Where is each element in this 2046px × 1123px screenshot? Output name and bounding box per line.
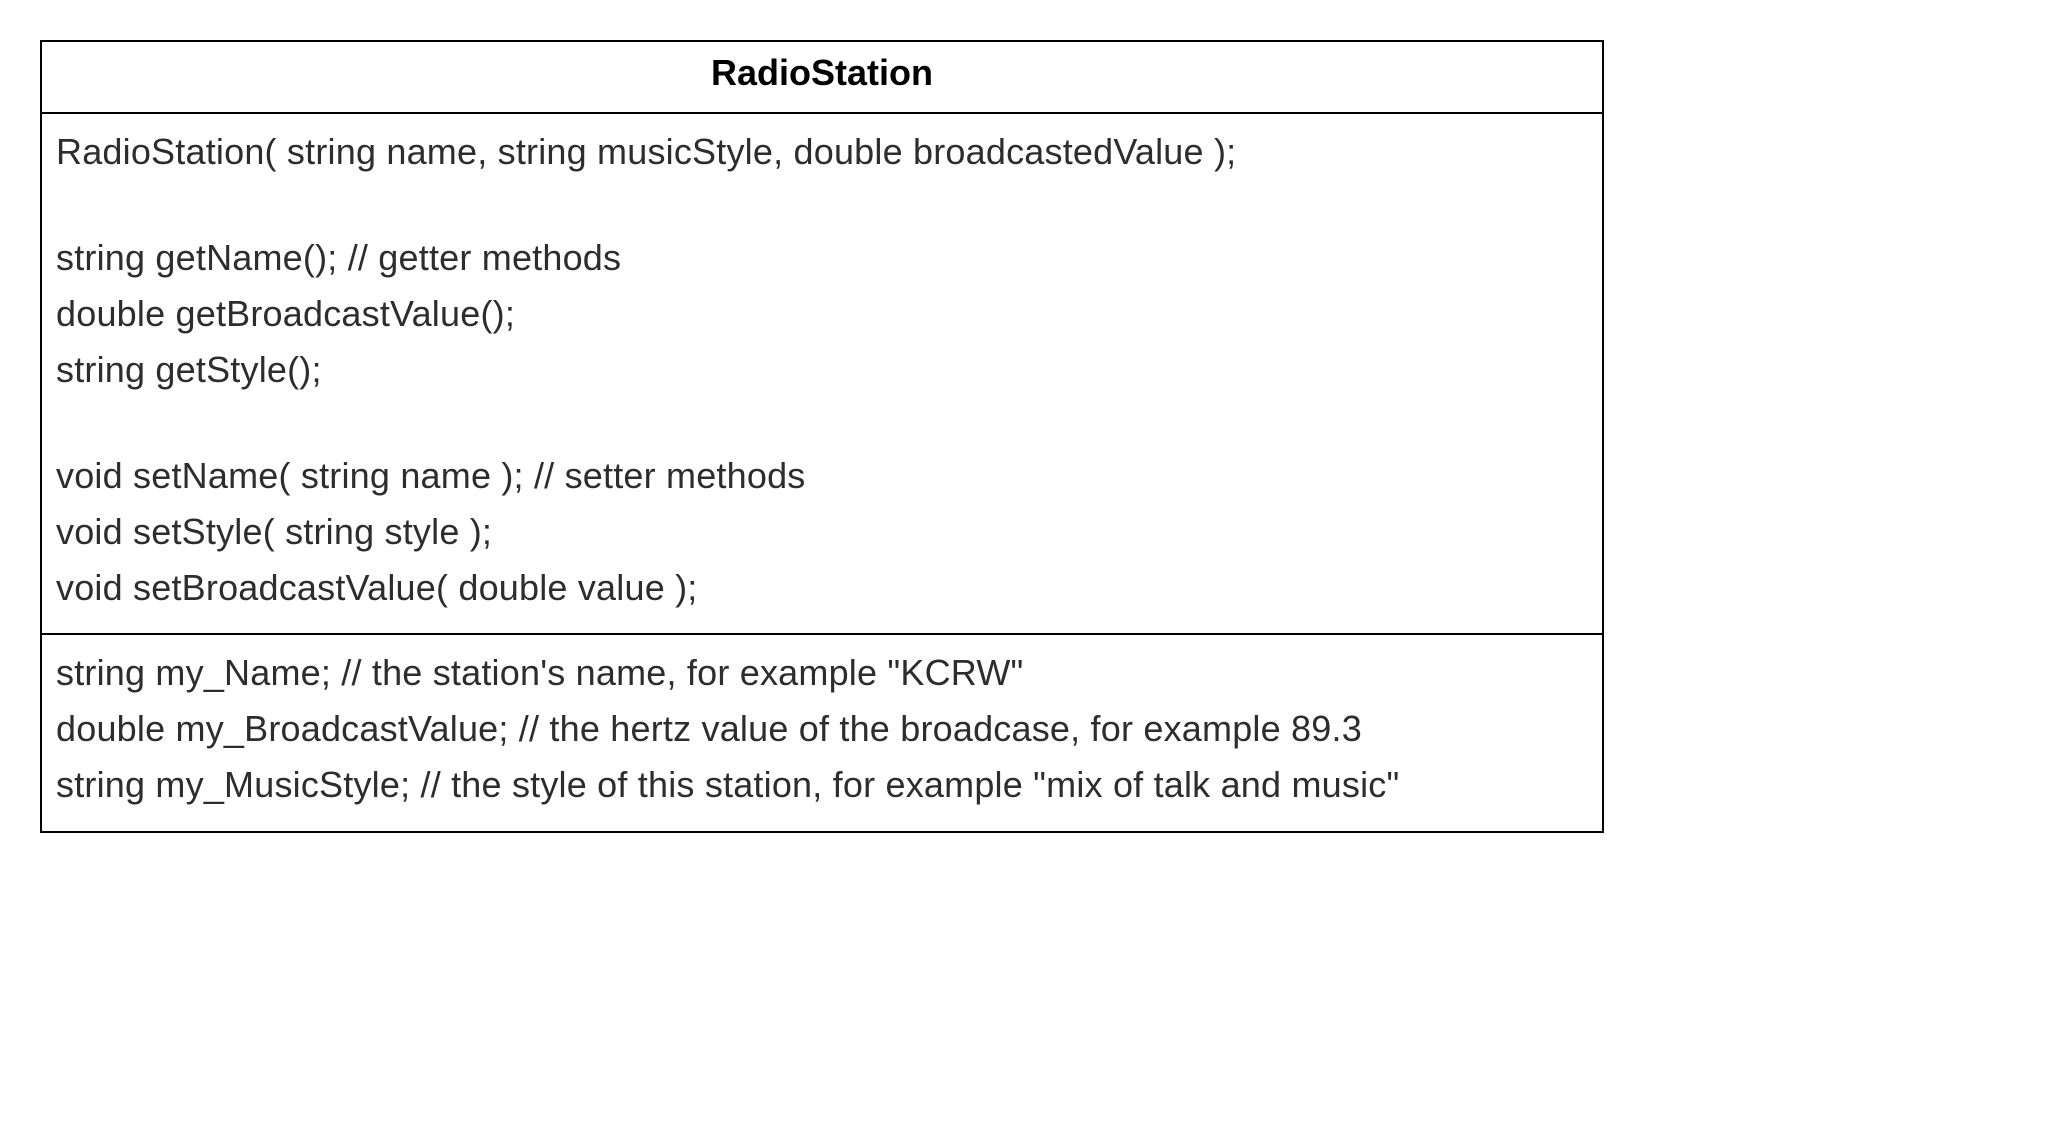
uml-attribute-line: string my_MusicStyle; // the style of th… [56, 757, 1588, 813]
uml-spacer [56, 398, 1588, 448]
uml-method-line: string getName(); // getter methods [56, 230, 1588, 286]
uml-attributes-section: string my_Name; // the station's name, f… [42, 633, 1602, 830]
uml-methods-section: RadioStation( string name, string musicS… [42, 114, 1602, 633]
uml-method-line: string getStyle(); [56, 342, 1588, 398]
uml-attribute-line: string my_Name; // the station's name, f… [56, 645, 1588, 701]
uml-method-line: void setStyle( string style ); [56, 504, 1588, 560]
uml-method-line: RadioStation( string name, string musicS… [56, 124, 1588, 180]
uml-class-box: RadioStation RadioStation( string name, … [40, 40, 1604, 833]
uml-method-line: void setName( string name ); // setter m… [56, 448, 1588, 504]
uml-method-line: void setBroadcastValue( double value ); [56, 560, 1588, 616]
uml-method-line: double getBroadcastValue(); [56, 286, 1588, 342]
uml-class-name: RadioStation [42, 42, 1602, 114]
uml-spacer [56, 180, 1588, 230]
uml-attribute-line: double my_BroadcastValue; // the hertz v… [56, 701, 1588, 757]
